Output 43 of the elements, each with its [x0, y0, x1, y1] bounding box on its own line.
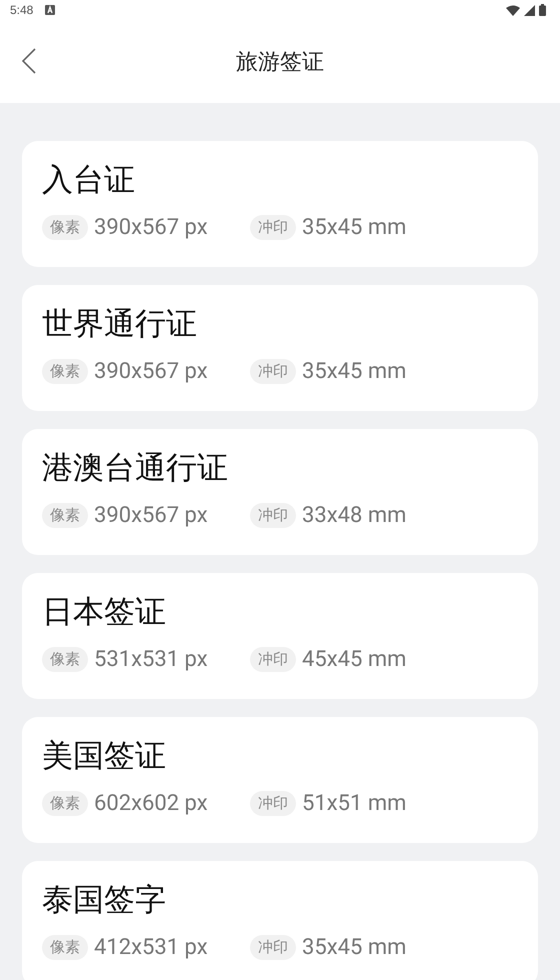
- spec-value: 390x567 px: [94, 359, 209, 384]
- spec-value: 412x531 px: [94, 935, 209, 960]
- spec-value: 390x567 px: [94, 215, 209, 240]
- visa-card[interactable]: 日本签证 像素 531x531 px 冲印 45x45 mm: [22, 573, 538, 699]
- spec-tag: 冲印: [250, 791, 296, 816]
- spec-value: 35x45 mm: [302, 359, 406, 384]
- card-title: 世界通行证: [42, 305, 198, 344]
- spec-tag: 像素: [42, 215, 88, 240]
- spec-value: 390x567 px: [94, 503, 209, 528]
- spec-tag: 像素: [42, 503, 88, 528]
- spec-tag: 冲印: [250, 215, 296, 240]
- visa-card[interactable]: 泰国签字 像素 412x531 px 冲印 35x45 mm: [22, 861, 538, 980]
- spec-value: 602x602 px: [94, 791, 209, 816]
- battery-icon: [539, 4, 546, 16]
- card-title: 入台证: [42, 161, 136, 200]
- visa-card[interactable]: 港澳台通行证 像素 390x567 px 冲印 33x48 mm: [22, 429, 538, 555]
- signal-icon: [524, 4, 535, 16]
- spec-tag: 像素: [42, 791, 88, 816]
- spec-value: 33x48 mm: [302, 503, 406, 528]
- card-title: 泰国签字: [42, 881, 167, 920]
- spec-value: 45x45 mm: [302, 647, 406, 672]
- visa-card[interactable]: 世界通行证 像素 390x567 px 冲印 35x45 mm: [22, 285, 538, 411]
- card-title: 日本签证: [42, 593, 167, 632]
- card-title: 港澳台通行证: [42, 449, 229, 488]
- spec-tag: 冲印: [250, 935, 296, 960]
- visa-card[interactable]: 美国签证 像素 602x602 px 冲印 51x51 mm: [22, 717, 538, 843]
- card-title: 美国签证: [42, 737, 167, 776]
- spec-value: 35x45 mm: [302, 215, 406, 240]
- spec-value: 35x45 mm: [302, 935, 406, 960]
- status-time: 5:48: [10, 3, 34, 17]
- spec-tag: 像素: [42, 647, 88, 672]
- spec-tag: 像素: [42, 935, 88, 960]
- notification-icon: [45, 5, 56, 15]
- spec-tag: 冲印: [250, 359, 296, 384]
- chevron-left-icon: [22, 48, 36, 74]
- wifi-icon: [506, 4, 520, 16]
- spec-value: 51x51 mm: [302, 791, 406, 816]
- spec-tag: 冲印: [250, 503, 296, 528]
- spec-tag: 冲印: [250, 647, 296, 672]
- page-title: 旅游签证: [236, 48, 324, 76]
- visa-card[interactable]: 入台证 像素 390x567 px 冲印 35x45 mm: [22, 141, 538, 267]
- spec-tag: 像素: [42, 359, 88, 384]
- spec-value: 531x531 px: [94, 647, 209, 672]
